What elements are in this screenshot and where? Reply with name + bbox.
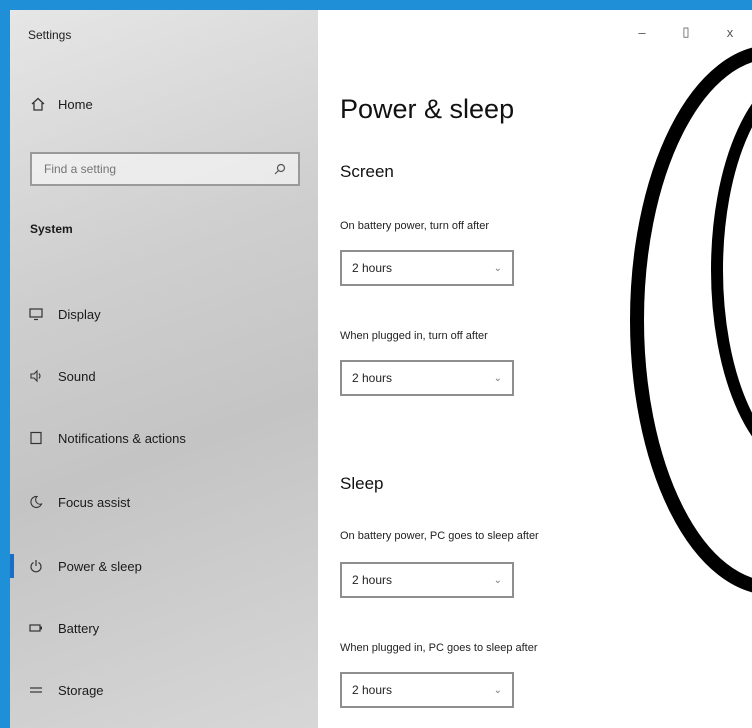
sleep-battery-dropdown[interactable]: 2 hours ⌄ bbox=[340, 562, 514, 598]
home-link[interactable]: Home bbox=[30, 96, 93, 112]
focus-assist-icon bbox=[28, 494, 44, 510]
sidebar-item-focus-assist[interactable]: Focus assist bbox=[10, 482, 318, 522]
screen-plugged-dropdown[interactable]: 2 hours ⌄ bbox=[340, 360, 514, 396]
app-title: Settings bbox=[28, 28, 72, 42]
sleep-plugged-label: When plugged in, PC goes to sleep after bbox=[340, 642, 538, 654]
sidebar-item-sound[interactable]: Sound bbox=[10, 356, 318, 396]
main-content: Power & sleep Screen On battery power, t… bbox=[340, 10, 752, 728]
home-icon bbox=[30, 96, 46, 112]
dropdown-value: 2 hours bbox=[352, 261, 393, 275]
sleep-battery-label: On battery power, PC goes to sleep after bbox=[340, 530, 539, 542]
dropdown-value: 2 hours bbox=[352, 683, 393, 697]
sidebar-item-label: Battery bbox=[58, 620, 100, 636]
sidebar-item-label: Power & sleep bbox=[58, 558, 142, 574]
sleep-heading: Sleep bbox=[340, 474, 384, 493]
section-label: System bbox=[30, 222, 73, 236]
screen-battery-label: On battery power, turn off after bbox=[340, 220, 489, 232]
sidebar-item-power-sleep[interactable]: Power & sleep bbox=[10, 546, 318, 586]
notifications-icon bbox=[28, 430, 44, 446]
screen-plugged-label: When plugged in, turn off after bbox=[340, 330, 488, 342]
power-icon bbox=[28, 558, 44, 574]
page-title: Power & sleep bbox=[340, 94, 515, 124]
sidebar-item-label: Display bbox=[58, 306, 101, 322]
search-box[interactable] bbox=[30, 152, 300, 186]
dropdown-value: 2 hours bbox=[352, 573, 393, 587]
screen-heading: Screen bbox=[340, 162, 394, 181]
sidebar-item-storage[interactable]: Storage bbox=[10, 670, 318, 710]
home-label: Home bbox=[58, 96, 93, 112]
search-input[interactable] bbox=[42, 161, 266, 177]
sidebar-item-battery[interactable]: Battery bbox=[10, 608, 318, 648]
sidebar-item-notifications[interactable]: Notifications & actions bbox=[10, 418, 318, 458]
chevron-down-icon: ⌄ bbox=[493, 574, 502, 586]
display-icon bbox=[28, 306, 44, 322]
battery-icon bbox=[28, 620, 44, 636]
sleep-plugged-dropdown[interactable]: 2 hours ⌄ bbox=[340, 672, 514, 708]
sidebar-item-display[interactable]: Display bbox=[10, 294, 318, 334]
sidebar-item-label: Storage bbox=[58, 682, 104, 698]
chevron-down-icon: ⌄ bbox=[493, 684, 502, 696]
sidebar-item-label: Sound bbox=[58, 368, 96, 384]
sidebar: Settings Home System Display Sound bbox=[10, 10, 318, 728]
dropdown-value: 2 hours bbox=[352, 371, 393, 385]
chevron-down-icon: ⌄ bbox=[493, 372, 502, 384]
chevron-down-icon: ⌄ bbox=[493, 262, 502, 274]
sound-icon bbox=[28, 368, 44, 384]
sidebar-item-label: Notifications & actions bbox=[58, 430, 186, 446]
storage-icon bbox=[28, 682, 44, 698]
screen-battery-dropdown[interactable]: 2 hours ⌄ bbox=[340, 250, 514, 286]
search-icon bbox=[272, 161, 288, 177]
sidebar-item-label: Focus assist bbox=[58, 494, 131, 510]
settings-window: Settings Home System Display Sound bbox=[10, 10, 752, 728]
